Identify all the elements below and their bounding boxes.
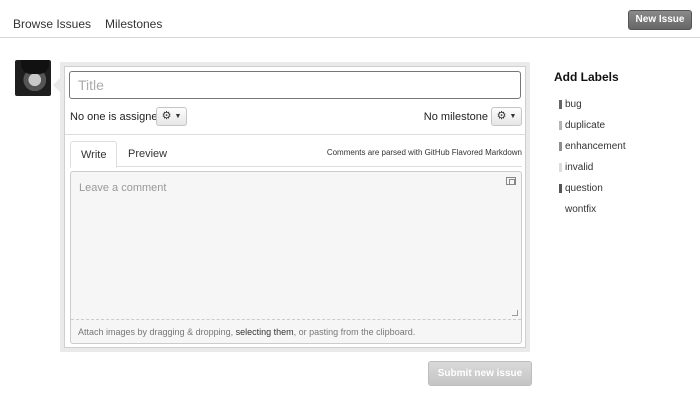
comment-textarea[interactable] xyxy=(71,172,521,318)
editor-tabs: Write Preview Comments are parsed with G… xyxy=(70,141,522,168)
label-item-enhancement[interactable]: enhancement xyxy=(554,140,694,161)
new-issue-form: No one is assigned ⚙ ▼ No milestone ⚙ ▼ … xyxy=(53,62,530,352)
label-swatch xyxy=(559,205,562,214)
select-files-link[interactable]: selecting them xyxy=(236,327,294,337)
label-item-invalid[interactable]: invalid xyxy=(554,161,694,182)
comment-box: Attach images by dragging & dropping, se… xyxy=(70,171,522,344)
assignee-gear-button[interactable]: ⚙ ▼ xyxy=(156,107,187,126)
label-name: bug xyxy=(565,99,582,110)
title-input[interactable] xyxy=(69,71,521,99)
gear-icon: ⚙ xyxy=(496,110,507,122)
fullscreen-icon[interactable] xyxy=(506,177,516,185)
label-item-question[interactable]: question xyxy=(554,182,694,203)
attach-text-before: Attach images by dragging & dropping, xyxy=(78,327,236,337)
label-swatch xyxy=(559,121,562,130)
labels-list: bug duplicate enhancement invalid questi… xyxy=(554,98,694,224)
label-name: question xyxy=(565,183,603,194)
tab-preview[interactable]: Preview xyxy=(118,141,177,167)
milestone-text: No milestone xyxy=(423,111,488,123)
resize-handle-icon[interactable] xyxy=(512,310,518,316)
gear-icon: ⚙ xyxy=(161,110,172,122)
label-name: wontfix xyxy=(565,204,597,215)
label-name: enhancement xyxy=(565,141,626,152)
assignee-text: No one is assigned xyxy=(70,111,164,123)
markdown-note: Comments are parsed with GitHub Flavored… xyxy=(326,148,522,157)
label-item-bug[interactable]: bug xyxy=(554,98,694,119)
attach-text-after: , or pasting from the clipboard. xyxy=(293,327,416,337)
chevron-down-icon: ▼ xyxy=(509,113,517,120)
label-name: invalid xyxy=(565,162,594,173)
avatar xyxy=(15,60,51,96)
label-item-wontfix[interactable]: wontfix xyxy=(554,203,694,224)
divider xyxy=(65,134,525,135)
label-swatch xyxy=(559,163,562,172)
attach-images-bar: Attach images by dragging & dropping, se… xyxy=(71,319,521,343)
assignment-row: No one is assigned ⚙ ▼ No milestone ⚙ ▼ xyxy=(70,107,522,127)
label-swatch xyxy=(559,184,562,193)
browse-issues-link[interactable]: Browse Issues xyxy=(13,17,91,31)
tab-write[interactable]: Write xyxy=(70,141,118,168)
milestone-gear-button[interactable]: ⚙ ▼ xyxy=(491,107,522,126)
submit-issue-button[interactable]: Submit new issue xyxy=(428,361,532,386)
label-swatch xyxy=(559,142,562,151)
labels-heading: Add Labels xyxy=(554,70,619,84)
label-name: duplicate xyxy=(565,120,606,131)
form-panel: No one is assigned ⚙ ▼ No milestone ⚙ ▼ … xyxy=(64,66,526,348)
chevron-down-icon: ▼ xyxy=(174,113,182,120)
top-navigation: Browse Issues Milestones New Issue xyxy=(0,0,700,38)
label-swatch xyxy=(559,100,562,109)
labels-panel: Add Labels bug duplicate enhancement inv… xyxy=(554,70,694,224)
new-issue-button[interactable]: New Issue xyxy=(628,10,692,30)
label-item-duplicate[interactable]: duplicate xyxy=(554,119,694,140)
milestones-link[interactable]: Milestones xyxy=(105,17,162,31)
